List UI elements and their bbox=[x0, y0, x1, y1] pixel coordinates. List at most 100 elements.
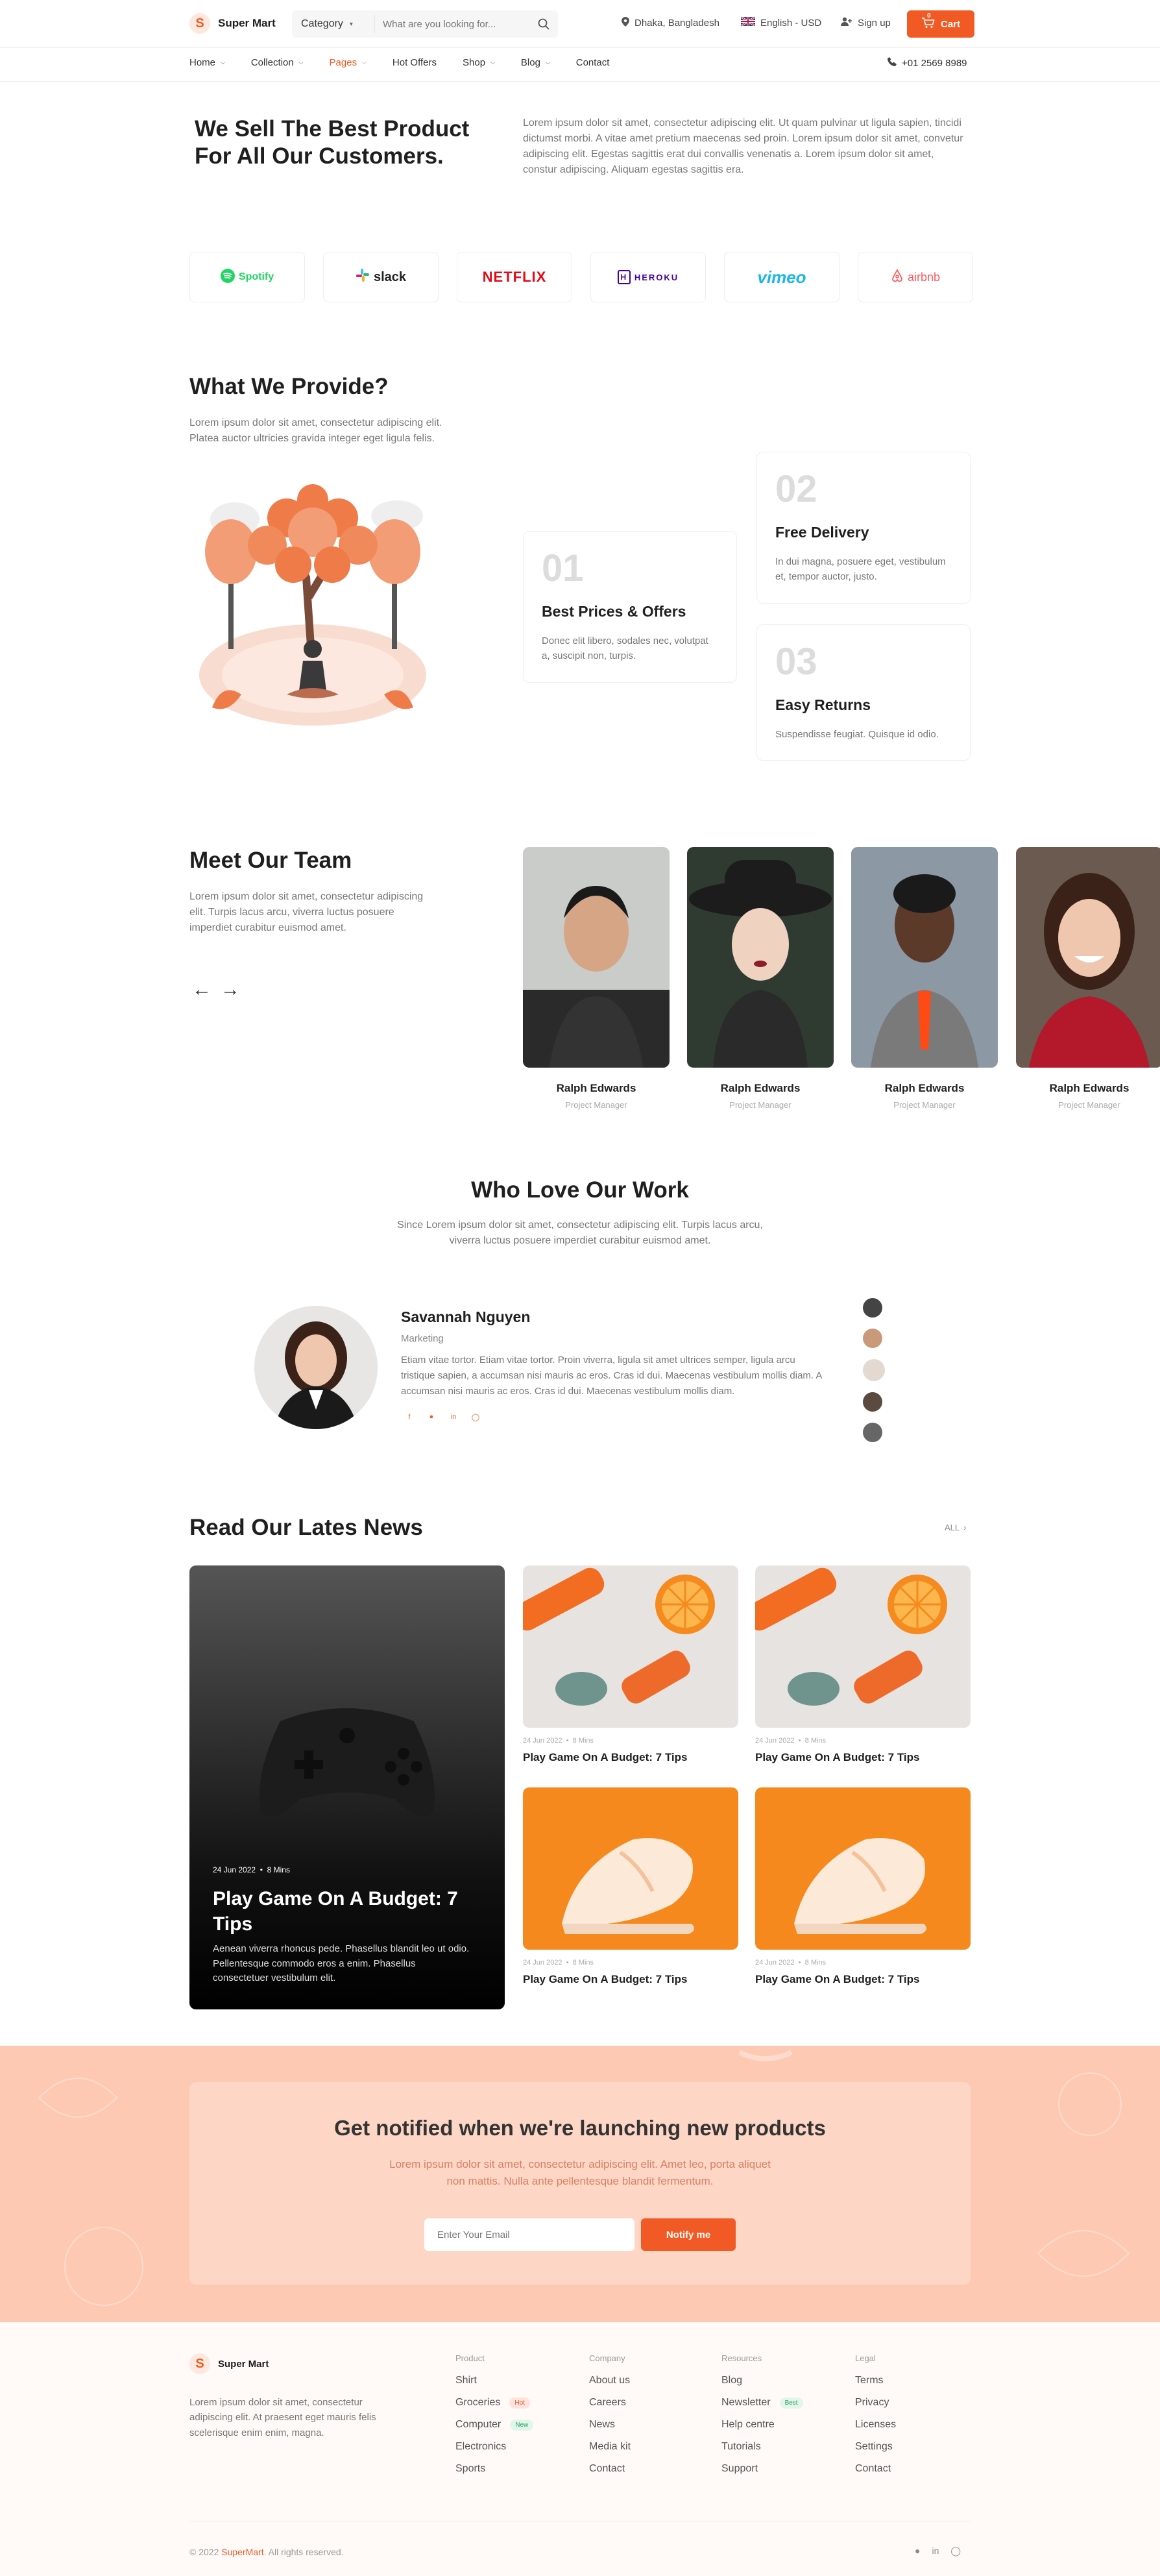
brand-netflix-label: NETFLIX bbox=[482, 269, 547, 285]
site-logo[interactable]: S Super Mart bbox=[189, 13, 276, 34]
twitter-icon[interactable]: ● bbox=[915, 2545, 920, 2557]
footer-link[interactable]: Blog bbox=[721, 2375, 803, 2386]
phone-link[interactable]: +01 2569 8989 bbox=[888, 57, 967, 69]
testimonial-quote: Etiam vitae tortor. Etiam vitae tortor. … bbox=[401, 1355, 822, 1397]
footer-column-heading: Company bbox=[589, 2353, 625, 2363]
brand-vimeo[interactable]: vimeo bbox=[724, 252, 840, 302]
provide-card-title: Best Prices & Offers bbox=[542, 603, 686, 620]
hot-badge: Hot bbox=[509, 2397, 530, 2409]
language-selector[interactable]: English - USD bbox=[740, 16, 821, 29]
footer-link[interactable]: News bbox=[589, 2419, 631, 2431]
team-title: Meet Our Team bbox=[189, 848, 352, 873]
nav-home[interactable]: Home ⌵ bbox=[184, 57, 230, 68]
nav-blog[interactable]: Blog ⌵ bbox=[516, 57, 555, 68]
testimonial-thumb[interactable] bbox=[863, 1329, 882, 1348]
testimonial-name: Savannah Nguyen bbox=[401, 1308, 531, 1325]
testimonial-thumb[interactable] bbox=[863, 1423, 882, 1442]
footer-link[interactable]: Terms bbox=[855, 2375, 896, 2386]
instagram-icon[interactable]: ◯ bbox=[468, 1410, 483, 1424]
linkedin-icon[interactable]: in bbox=[446, 1410, 461, 1424]
footer-link[interactable]: Electronics bbox=[455, 2441, 533, 2453]
news-all-link[interactable]: ALL › bbox=[945, 1523, 966, 1532]
nav-pages[interactable]: Pages ⌵ bbox=[324, 57, 372, 68]
arrow-right-icon[interactable]: → bbox=[221, 979, 240, 1001]
location-selector[interactable]: Dhaka, Bangladesh bbox=[622, 17, 719, 29]
team-member-card[interactable]: Ralph Edwards Project Manager bbox=[523, 847, 670, 1110]
category-dropdown[interactable]: Category ▾ bbox=[292, 15, 375, 33]
team-member-card[interactable]: Ralph Edwards Project Manager bbox=[687, 847, 834, 1110]
arrow-left-icon[interactable]: ← bbox=[192, 979, 211, 1001]
footer-link[interactable]: Contact bbox=[855, 2463, 896, 2475]
footer-link[interactable]: Privacy bbox=[855, 2397, 896, 2409]
nav-collection[interactable]: Collection ⌵ bbox=[246, 57, 309, 68]
team-member-card[interactable]: Ralph Edwards Project Manager bbox=[1016, 847, 1160, 1110]
brand-heroku[interactable]: H HEROKU bbox=[590, 252, 706, 302]
footer-link[interactable]: Tutorials bbox=[721, 2441, 803, 2453]
nav-shop-label: Shop bbox=[463, 57, 486, 68]
search-input[interactable] bbox=[375, 18, 529, 30]
footer-link[interactable]: Sports bbox=[455, 2463, 533, 2475]
brand-vimeo-label: vimeo bbox=[757, 267, 806, 287]
notify-button[interactable]: Notify me bbox=[641, 2218, 736, 2251]
news-card[interactable]: 24 Jun 2022 • 8 Mins Play Game On A Budg… bbox=[755, 1787, 971, 1986]
footer-link[interactable]: Newsletter Best bbox=[721, 2397, 803, 2409]
testimonial-thumb[interactable] bbox=[863, 1392, 882, 1412]
news-card[interactable]: 24 Jun 2022 • 8 Mins Play Game On A Budg… bbox=[523, 1565, 738, 1764]
footer-link-label: Newsletter bbox=[721, 2397, 771, 2408]
provide-card-3: 03 Easy Returns Suspendisse feugiat. Qui… bbox=[756, 624, 971, 761]
cart-button[interactable]: 0 Cart bbox=[907, 10, 974, 38]
footer-link[interactable]: Groceries Hot bbox=[455, 2397, 533, 2409]
signup-link[interactable]: Sign up bbox=[841, 17, 891, 29]
testimonial-thumb[interactable] bbox=[863, 1298, 882, 1318]
news-image bbox=[523, 1565, 738, 1728]
footer-link[interactable]: Support bbox=[721, 2463, 803, 2475]
footer-link[interactable]: Careers bbox=[589, 2397, 631, 2409]
footer-link-label: Media kit bbox=[589, 2441, 631, 2452]
slack-icon bbox=[356, 268, 370, 286]
search-bar: Category ▾ bbox=[292, 10, 558, 38]
footer-social: ● in ◯ bbox=[915, 2545, 961, 2557]
provide-text: Lorem ipsum dolor sit amet, consectetur … bbox=[189, 417, 442, 444]
footer-logo[interactable]: S Super Mart bbox=[189, 2353, 269, 2374]
testimonial-social: f ● in ◯ bbox=[402, 1410, 483, 1424]
nav-contact-label: Contact bbox=[575, 57, 610, 68]
instagram-icon[interactable]: ◯ bbox=[950, 2545, 961, 2557]
news-card[interactable]: 24 Jun 2022 • 8 Mins Play Game On A Budg… bbox=[755, 1565, 971, 1764]
news-title: Play Game On A Budget: 7 Tips bbox=[755, 1973, 920, 1985]
footer-link[interactable]: Settings bbox=[855, 2441, 896, 2453]
newsletter-title: Get notified when we're launching new pr… bbox=[334, 2116, 826, 2140]
team-member-card[interactable]: Ralph Edwards Project Manager bbox=[851, 847, 998, 1110]
footer-link-label: Privacy bbox=[855, 2397, 889, 2408]
nav-shop[interactable]: Shop ⌵ bbox=[457, 57, 500, 68]
footer-link[interactable]: Licenses bbox=[855, 2419, 896, 2431]
brand-slack-label: slack bbox=[373, 269, 407, 284]
brand-netflix[interactable]: NETFLIX bbox=[457, 252, 572, 302]
facebook-icon[interactable]: f bbox=[402, 1410, 417, 1424]
footer-column-heading: Legal bbox=[855, 2353, 876, 2363]
brand-slack[interactable]: slack bbox=[323, 252, 439, 302]
copyright-brand: SuperMart bbox=[221, 2547, 264, 2557]
featured-news-card[interactable]: 24 Jun 2022 • 8 Mins Play Game On A Budg… bbox=[189, 1565, 505, 2009]
brand-spotify[interactable]: Spotify bbox=[189, 252, 305, 302]
testimonial-title: Who Love Our Work bbox=[471, 1177, 689, 1203]
nav-pages-label: Pages bbox=[329, 57, 357, 68]
cart-label: Cart bbox=[940, 18, 960, 30]
footer-link[interactable]: Media kit bbox=[589, 2441, 631, 2453]
brand-airbnb[interactable]: airbnb bbox=[858, 252, 973, 302]
footer-link[interactable]: Shirt bbox=[455, 2375, 533, 2386]
news-card[interactable]: 24 Jun 2022 • 8 Mins Play Game On A Budg… bbox=[523, 1787, 738, 1986]
nav-contact[interactable]: Contact bbox=[571, 57, 615, 68]
testimonial-thumb[interactable] bbox=[863, 1359, 885, 1381]
phone-icon bbox=[888, 57, 897, 69]
footer-link[interactable]: Help centre bbox=[721, 2419, 803, 2431]
twitter-icon[interactable]: ● bbox=[424, 1410, 439, 1424]
footer-link[interactable]: About us bbox=[589, 2375, 631, 2386]
nav-hot-offers[interactable]: Hot Offers bbox=[387, 57, 442, 68]
email-field[interactable] bbox=[424, 2218, 634, 2251]
footer-link[interactable]: Computer New bbox=[455, 2419, 534, 2431]
linkedin-icon[interactable]: in bbox=[932, 2545, 939, 2557]
footer-text: Lorem ipsum dolor sit amet, consectetur … bbox=[189, 2397, 376, 2438]
search-icon[interactable] bbox=[529, 18, 558, 30]
featured-news-text: Aenean viverra rhoncus pede. Phasellus b… bbox=[213, 1943, 470, 1983]
footer-link[interactable]: Contact bbox=[589, 2463, 631, 2475]
